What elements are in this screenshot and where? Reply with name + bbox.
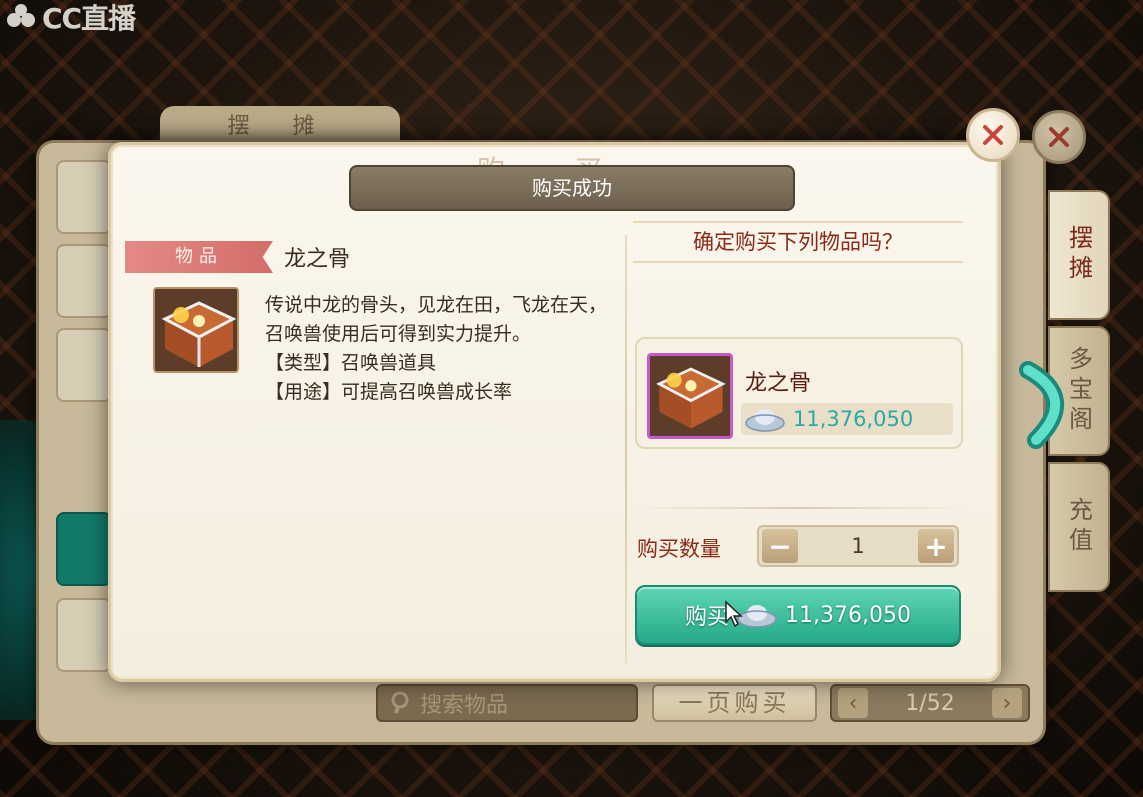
pager: ‹ 1/52 › (830, 684, 1030, 722)
tab-stall[interactable]: 摆摊 (1048, 190, 1110, 320)
page-indicator: 1/52 (905, 690, 955, 716)
list-slot[interactable] (56, 328, 112, 402)
quantity-label: 购买数量 (637, 537, 721, 561)
list-slot-selected[interactable] (56, 512, 112, 586)
buy-page-button[interactable]: 一页购买 (652, 684, 817, 722)
treasure-chest-icon (650, 356, 730, 436)
cart-item-price: 11,376,050 (741, 403, 953, 435)
list-slot[interactable] (56, 598, 112, 672)
cc-logo-icon (7, 4, 35, 27)
prev-page-button[interactable]: ‹ (838, 688, 868, 718)
cart-item-icon (647, 353, 733, 439)
buy-button-price: 11,376,050 (785, 602, 911, 628)
cart-item-card: 龙之骨 11,376,050 (635, 337, 963, 449)
confirm-prompt: 确定购买下列物品吗？ (633, 221, 963, 263)
search-input[interactable]: 搜索物品 (376, 684, 638, 722)
item-name: 龙之骨 (284, 247, 351, 272)
purchase-success-toast: 购买成功 (349, 165, 795, 211)
tab-recharge[interactable]: 充值 (1048, 462, 1110, 592)
item-usage-line: 【用途】可提高召唤兽成长率 (265, 381, 513, 403)
dialog-close-button[interactable] (966, 108, 1020, 162)
next-page-button[interactable]: › (992, 688, 1022, 718)
item-description: 传说中龙的骨头，见龙在田，飞龙在天，召唤兽使用后可得到实力提升。 (265, 294, 608, 345)
buy-dialog: 购 买 购买成功 物品 龙之骨 传说中龙的骨头，见龙在田，飞龙在天，召唤兽使用后… (108, 142, 1001, 682)
watermark-text: CC直播 (42, 2, 136, 35)
treasure-chest-icon (155, 289, 237, 371)
stall-close-button[interactable] (1032, 110, 1086, 164)
plus-icon[interactable]: + (918, 529, 954, 563)
next-arrow-icon[interactable] (1018, 358, 1084, 450)
item-description-block: 传说中龙的骨头，见龙在田，飞龙在天，召唤兽使用后可得到实力提升。 【类型】召唤兽… (265, 291, 610, 407)
mouse-cursor-icon (725, 600, 743, 628)
cart-item-name: 龙之骨 (745, 371, 812, 396)
search-placeholder: 搜索物品 (420, 693, 509, 718)
buy-button-label: 购买 (685, 605, 730, 630)
cc-live-watermark: CC直播 (4, 0, 136, 35)
close-icon (983, 125, 1003, 145)
silver-ingot-icon (745, 409, 785, 432)
cart-price-value: 11,376,050 (793, 407, 914, 431)
item-icon (153, 287, 239, 373)
close-icon (1049, 127, 1069, 147)
search-icon (391, 691, 409, 714)
buy-button[interactable]: 购买 11,376,050 (635, 585, 961, 645)
list-slot[interactable] (56, 244, 112, 318)
item-type-line: 【类型】召唤兽道具 (265, 352, 437, 374)
minus-icon[interactable]: − (762, 529, 798, 563)
list-slot[interactable] (56, 160, 112, 234)
item-category-tag: 物品 (125, 241, 273, 273)
section-divider (635, 507, 963, 509)
section-divider (625, 235, 627, 665)
quantity-value[interactable]: 1 (803, 527, 913, 565)
quantity-stepper: − 1 + (757, 525, 959, 567)
